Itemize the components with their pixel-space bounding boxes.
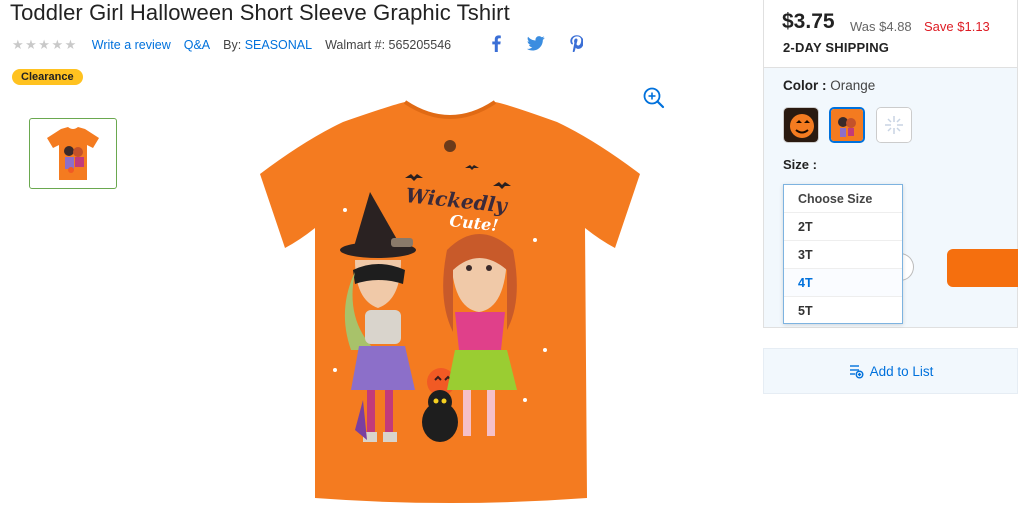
write-review-link[interactable]: Write a review (92, 38, 171, 52)
facebook-icon[interactable] (487, 34, 505, 52)
color-swatch-black[interactable] (783, 107, 819, 143)
size-option-2t[interactable]: 2T (784, 213, 902, 241)
thumbnail-shirt-image (47, 126, 99, 180)
product-thumbnail[interactable] (29, 118, 117, 189)
product-title: Toddler Girl Halloween Short Sleeve Grap… (10, 0, 510, 25)
size-label: Size : (783, 157, 817, 172)
clearance-badge: Clearance (12, 69, 83, 85)
color-swatch-unavailable[interactable] (876, 107, 912, 143)
add-to-list-label: Add to List (869, 363, 934, 379)
size-option-5t[interactable]: 5T (784, 297, 902, 325)
was-price: Was $4.88 (850, 19, 912, 34)
save-amount: Save $1.13 (924, 19, 990, 34)
color-label: Color : Orange (783, 78, 876, 93)
qa-link[interactable]: Q&A (184, 38, 210, 52)
add-to-list-button[interactable]: Add to List (763, 348, 1018, 394)
by-label: By: (223, 38, 242, 52)
size-option-3t[interactable]: 3T (784, 241, 902, 269)
size-dropdown[interactable]: Choose Size 2T 3T 4T 5T (783, 184, 903, 324)
brand-link[interactable]: SEASONAL (245, 38, 312, 52)
shipping-label: 2-DAY SHIPPING (783, 40, 890, 55)
social-share (487, 34, 585, 52)
walmart-number: 565205546 (388, 38, 452, 52)
size-option-4t[interactable]: 4T (784, 269, 902, 297)
zoom-in-icon[interactable] (642, 86, 666, 110)
size-option-placeholder[interactable]: Choose Size (784, 185, 902, 213)
color-value: Orange (830, 78, 876, 93)
color-swatch-orange[interactable] (829, 107, 865, 143)
walmart-number-label: Walmart #: (325, 38, 386, 52)
add-to-list-icon (849, 365, 864, 379)
product-meta-row: ★★★★★ Write a review Q&A By: SEASONAL Wa… (12, 36, 451, 54)
add-to-cart-button[interactable] (947, 249, 1018, 287)
current-price: $3.75 (782, 10, 835, 33)
twitter-icon[interactable] (527, 34, 545, 52)
rating-stars[interactable]: ★★★★★ (12, 37, 78, 53)
product-main-image[interactable]: Wickedly Cute! (255, 100, 645, 505)
pinterest-icon[interactable] (567, 34, 585, 52)
